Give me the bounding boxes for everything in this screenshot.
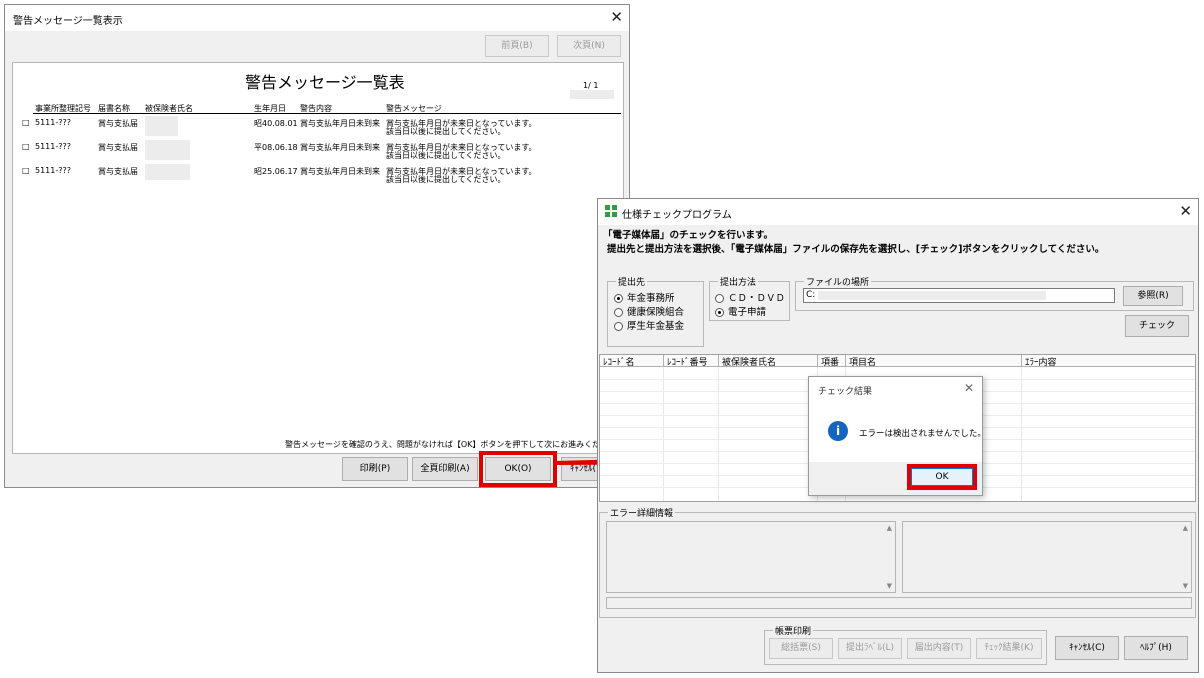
error-detail-left[interactable]: ▲ ▼ (606, 521, 896, 593)
grid-col-record-number: ﾚｺｰﾄﾞ番号 (664, 355, 719, 367)
row-checkbox[interactable]: □ (22, 166, 30, 175)
scroll-down-icon[interactable]: ▼ (887, 582, 892, 590)
row-form: 賞与支払届 (98, 167, 138, 176)
browse-button[interactable]: 参照(R) (1123, 286, 1183, 306)
app-icon (605, 205, 617, 217)
print-button[interactable]: 印刷(P) (342, 457, 408, 481)
file-location-group: ファイルの場所 C: 参照(R) (795, 275, 1194, 311)
check-button[interactable]: チェック (1125, 315, 1189, 337)
grid-col-insured-name: 被保険者氏名 (719, 355, 818, 367)
radio-selected-icon (614, 294, 623, 303)
method-group: 提出方法 ＣＤ・ＤＶＤ 電子申請 (709, 275, 790, 321)
error-detail-right[interactable]: ▲ ▼ (902, 521, 1192, 593)
result-print-button[interactable]: ﾁｪｯｸ結果(K) (976, 638, 1042, 659)
method-label: 提出方法 (718, 275, 759, 288)
destination-group: 提出先 年金事務所 健康保険組合 厚生年金基金 (607, 275, 704, 347)
row-birth: 昭40.08.01 (254, 119, 298, 128)
radio-electronic[interactable]: 電子申請 (715, 304, 766, 318)
radio-pension-fund[interactable]: 厚生年金基金 (614, 318, 684, 332)
radio-icon (614, 322, 623, 331)
warning-list-window: 警告メッセージ一覧表示 ✕ 前頁(B) 次頁(N) 警告メッセージ一覧表 1/ … (4, 4, 630, 488)
row-message: 該当日以後に提出してください。 (386, 151, 506, 160)
redacted-name (145, 116, 178, 136)
row-form: 賞与支払届 (98, 143, 138, 152)
label-print-button[interactable]: 提出ﾗﾍﾞﾙ(L) (838, 638, 902, 659)
check-window-titlebar: 仕様チェックプログラム ✕ (598, 199, 1198, 225)
radio-pension-office[interactable]: 年金事務所 (614, 290, 675, 304)
grid-column-line (663, 367, 664, 501)
row-content: 賞与支払年月日未到来 (300, 143, 380, 152)
next-page-button[interactable]: 次頁(N) (557, 35, 621, 57)
grid-col-record-name: ﾚｺｰﾄﾞ名 (600, 355, 664, 367)
scroll-down-icon[interactable]: ▼ (1183, 582, 1188, 590)
grid-col-item-name: 項目名 (846, 355, 1022, 367)
row-form: 賞与支払届 (98, 119, 138, 128)
row-content: 賞与支払年月日未到来 (300, 119, 380, 128)
print-all-button[interactable]: 全頁印刷(A) (412, 457, 478, 481)
row-office: 5111-??? (35, 166, 71, 175)
redacted-name (145, 140, 190, 160)
check-heading: 「電子媒体届」のチェックを行います。 (603, 230, 774, 241)
file-path-input[interactable]: C: (803, 288, 1115, 303)
grid-col-item-no: 項番 (818, 355, 846, 367)
grid-col-error: ｴﾗｰ内容 (1022, 355, 1195, 367)
check-instruction: 提出先と提出方法を選択後、「電子媒体届」ファイルの保存先を選択し、[チェック]ボ… (607, 244, 1105, 255)
redacted-name (145, 164, 190, 180)
help-button[interactable]: ﾍﾙﾌﾟ(H) (1124, 636, 1188, 660)
row-office: 5111-??? (35, 118, 71, 127)
warning-window-title: 警告メッセージ一覧表示 (13, 16, 123, 27)
row-message: 該当日以後に提出してください。 (386, 127, 506, 136)
file-location-label: ファイルの場所 (804, 275, 872, 288)
header-divider (33, 113, 621, 114)
page-indicator: 1/ 1 (583, 81, 599, 90)
info-icon: i (828, 421, 848, 441)
close-icon[interactable]: ✕ (610, 8, 623, 26)
report-title: 警告メッセージ一覧表 (245, 73, 405, 92)
row-checkbox[interactable]: □ (22, 118, 30, 127)
grid-column-line (718, 367, 719, 501)
redacted-area (570, 90, 614, 99)
dialog-message: エラーは検出されませんでした。 (859, 429, 986, 439)
check-window-title: 仕様チェックプログラム (622, 210, 732, 221)
prev-page-button[interactable]: 前頁(B) (485, 35, 549, 57)
radio-icon (614, 308, 623, 317)
print-group: 帳票印刷 総括票(S) 提出ﾗﾍﾞﾙ(L) 届出内容(T) ﾁｪｯｸ結果(K) (764, 624, 1047, 665)
check-result-dialog: チェック結果 ✕ i エラーは検出されませんでした。 OK (808, 376, 986, 496)
close-icon[interactable]: ✕ (1179, 202, 1192, 220)
grid-column-line (1021, 367, 1022, 501)
error-detail-bar (606, 597, 1192, 609)
row-content: 賞与支払年月日未到来 (300, 167, 380, 176)
print-group-label: 帳票印刷 (773, 624, 814, 637)
error-detail-label: エラー詳細情報 (608, 506, 676, 519)
ok-highlight-box (907, 464, 977, 490)
radio-cd-dvd[interactable]: ＣＤ・ＤＶＤ (715, 290, 785, 304)
scroll-up-icon[interactable]: ▲ (887, 524, 892, 532)
content-print-button[interactable]: 届出内容(T) (907, 638, 971, 659)
row-office: 5111-??? (35, 142, 71, 151)
report-page: 警告メッセージ一覧表 1/ 1 事業所整理記号 届書名称 被保険者氏名 生年月日… (12, 62, 624, 454)
row-checkbox[interactable]: □ (22, 142, 30, 151)
cancel-button[interactable]: ｷｬﾝｾﾙ(C) (1055, 636, 1119, 660)
ok-highlight-box (479, 451, 557, 487)
row-birth: 平08.06.18 (254, 143, 298, 152)
radio-icon (715, 294, 724, 303)
destination-label: 提出先 (616, 275, 648, 288)
warning-window-titlebar: 警告メッセージ一覧表示 ✕ (5, 5, 629, 31)
summary-print-button[interactable]: 総括票(S) (769, 638, 833, 659)
scroll-up-icon[interactable]: ▲ (1183, 524, 1188, 532)
row-birth: 昭25.06.17 (254, 167, 298, 176)
redacted-path (818, 291, 1046, 300)
row-message: 該当日以後に提出してください。 (386, 175, 506, 184)
radio-selected-icon (715, 308, 724, 317)
close-icon[interactable]: ✕ (964, 381, 974, 395)
error-detail-group: エラー詳細情報 ▲ ▼ ▲ ▼ (599, 506, 1196, 618)
radio-health-insurance[interactable]: 健康保険組合 (614, 304, 684, 318)
dialog-title: チェック結果 (818, 387, 873, 397)
